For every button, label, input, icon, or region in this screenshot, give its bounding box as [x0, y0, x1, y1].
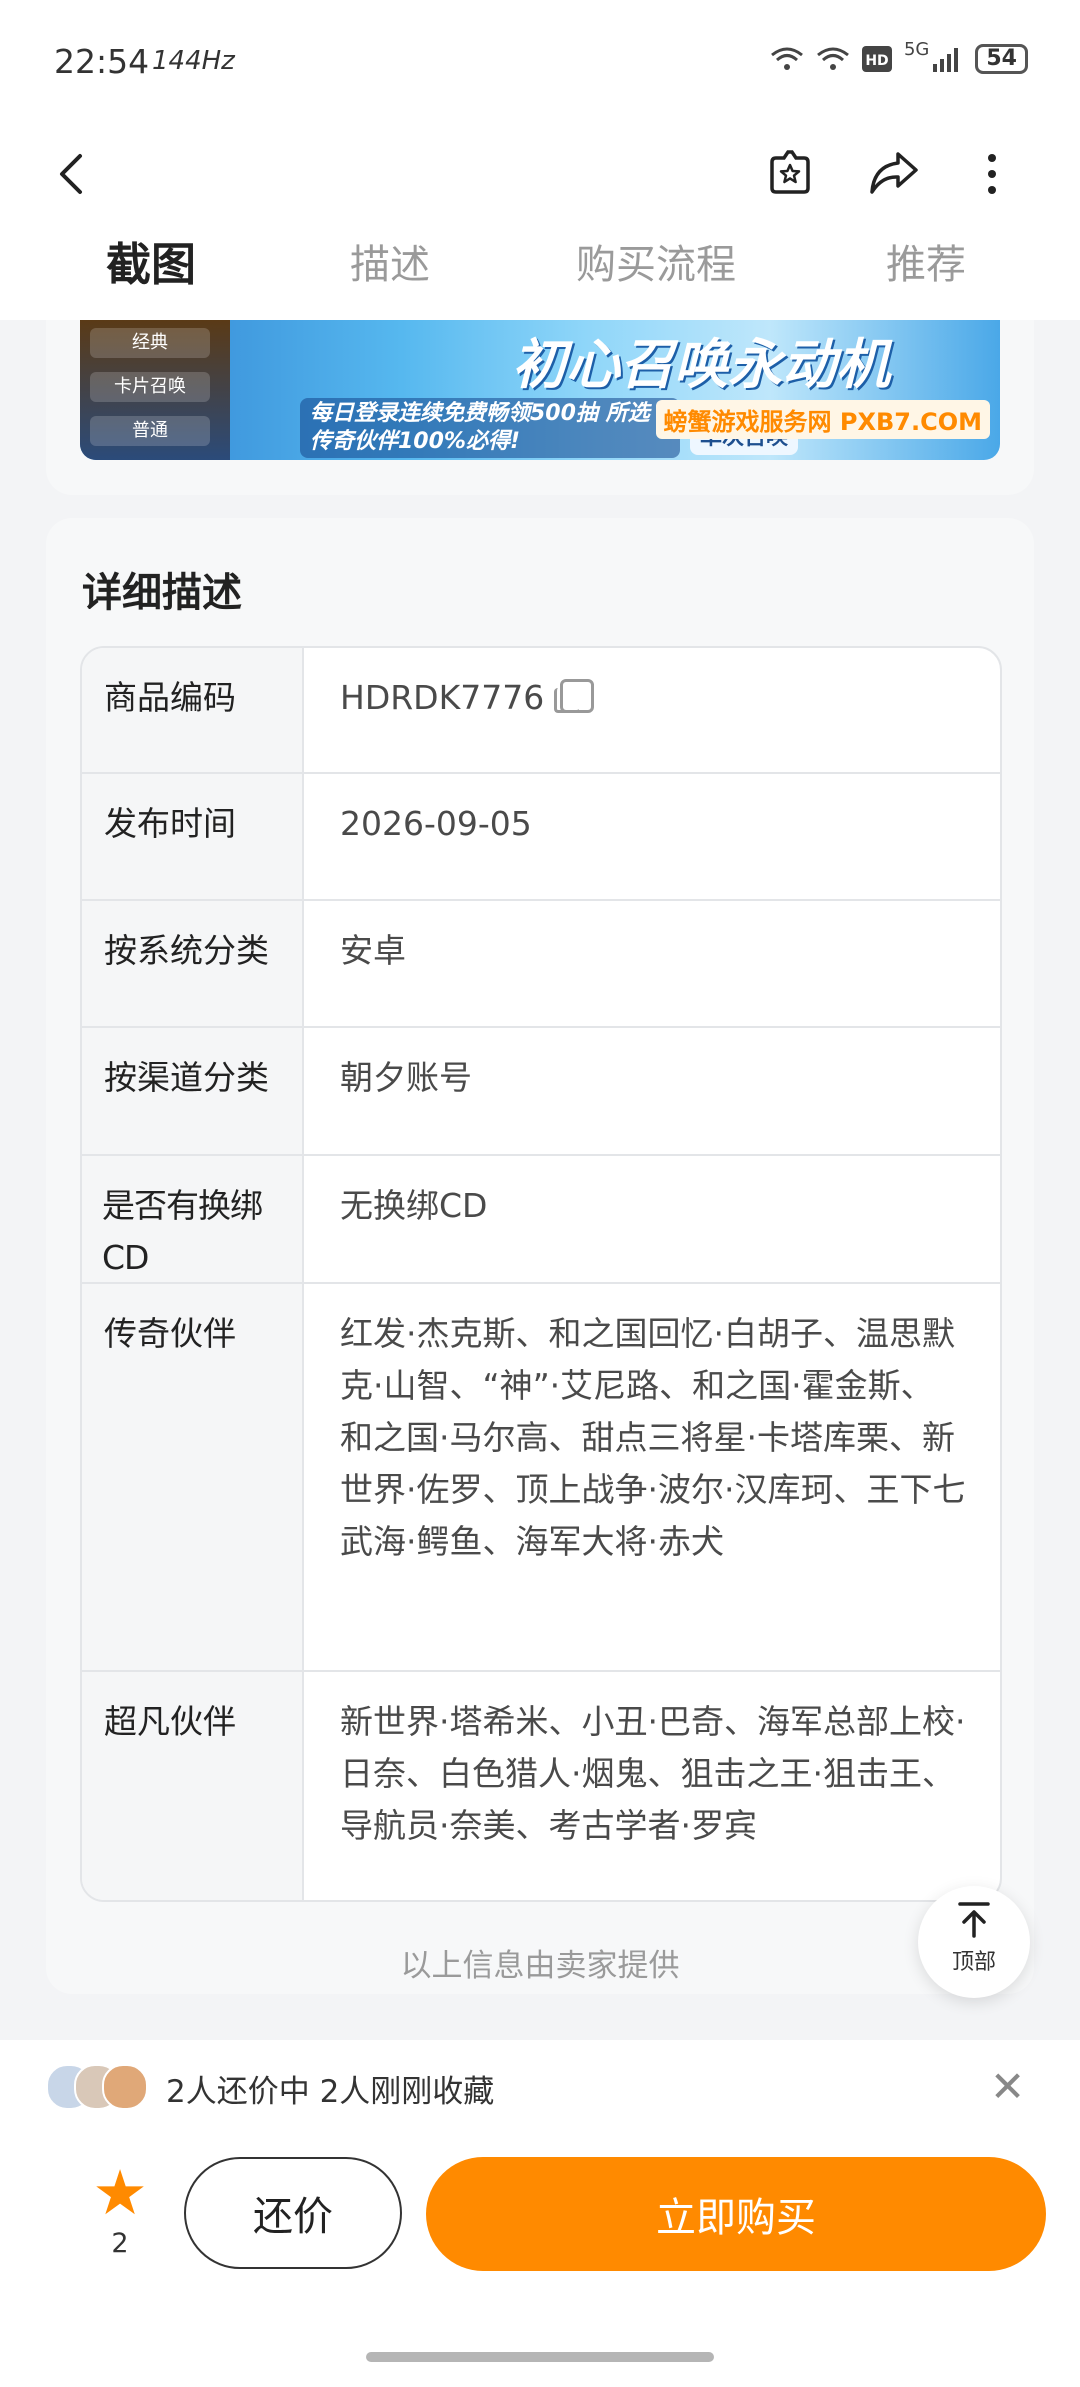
more-icon[interactable]	[982, 150, 1002, 198]
battery-level: 54	[975, 44, 1028, 74]
row-label: 传奇伙伴	[82, 1284, 304, 1670]
status-icons: HD 5G 54	[770, 39, 1028, 74]
signal-icon	[933, 48, 959, 72]
screenshot-banner[interactable]: 经典 卡片召唤 普通 初心召唤永动机 每日登录连续免费畅领500抽 所选传奇伙伴…	[80, 320, 1000, 460]
row-label: 超凡伙伴	[82, 1672, 304, 1900]
banner-slogan: 每日登录连续免费畅领500抽 所选传奇伙伴100%必得!	[300, 398, 680, 458]
tab-purchase-flow[interactable]: 购买流程	[576, 232, 736, 290]
favorite-count: 2	[111, 2228, 129, 2259]
star-icon: ★	[92, 2156, 148, 2229]
row-value: 新世界·塔希米、小丑·巴奇、海军总部上校·日奈、白色猎人·烟鬼、狙击之王·狙击王…	[340, 1702, 966, 1845]
tab-screenshots[interactable]: 截图	[106, 228, 196, 293]
network-type: 5G	[903, 38, 930, 60]
banner-chip: 卡片召唤	[90, 372, 210, 402]
haggle-button[interactable]: 还价	[184, 2157, 402, 2269]
detail-title: 详细描述	[82, 570, 242, 616]
table-row: 按系统分类 安卓	[82, 901, 1000, 1028]
table-row: 传奇伙伴 红发·杰克斯、和之国回忆·白胡子、温思默克·山智、“神”·艾尼路、和之…	[82, 1284, 1000, 1672]
share-icon[interactable]	[868, 150, 920, 196]
table-row: 发布时间 2026-09-05	[82, 774, 1000, 901]
back-to-top-label: 顶部	[951, 1950, 996, 1975]
tab-description[interactable]: 描述	[350, 232, 430, 290]
row-value: HDRDK7776	[304, 648, 1000, 772]
social-proof-text: 2人还价中 2人刚刚收藏	[166, 2074, 495, 2110]
back-icon[interactable]	[52, 150, 92, 198]
refresh-rate: 144Hz	[152, 46, 235, 76]
hd-icon: HD	[861, 46, 892, 72]
status-time: 22:54	[54, 42, 150, 81]
buy-now-button[interactable]: 立即购买	[426, 2157, 1046, 2271]
table-row: 超凡伙伴 新世界·塔希米、小丑·巴奇、海军总部上校·日奈、白色猎人·烟鬼、狙击之…	[82, 1672, 1000, 1900]
avatar	[102, 2064, 148, 2110]
arrow-up-icon	[958, 1902, 990, 1938]
row-label: 商品编码	[82, 648, 304, 772]
wifi-icon	[771, 47, 803, 70]
banner-title: 初心召唤永动机	[512, 333, 890, 396]
table-row: 商品编码 HDRDK7776	[82, 648, 1000, 774]
favorite-button[interactable]: ★ 2	[84, 2156, 156, 2260]
row-label: 是否有换绑CD	[82, 1156, 304, 1282]
row-value: 安卓	[340, 931, 406, 970]
item-code: HDRDK7776	[340, 678, 545, 717]
detail-table: 商品编码 HDRDK7776 发布时间 2026-09-05 按系统分类 安卓 …	[80, 646, 1002, 1902]
table-row: 按渠道分类 朝夕账号	[82, 1028, 1000, 1156]
row-value: 无换绑CD	[340, 1186, 488, 1225]
tab-recommend[interactable]: 推荐	[886, 232, 966, 290]
banner-chip: 普通	[90, 416, 210, 446]
banner-watermark: 螃蟹游戏服务网 PXB7.COM	[655, 400, 990, 439]
banner-chip: 经典	[90, 328, 210, 358]
row-label: 按渠道分类	[82, 1028, 304, 1154]
row-value: 红发·杰克斯、和之国回忆·白胡子、温思默克·山智、“神”·艾尼路、和之国·霍金斯…	[340, 1314, 966, 1561]
table-row: 是否有换绑CD 无换绑CD	[82, 1156, 1000, 1284]
status-bar: 22:54 144Hz HD 5G 54	[0, 0, 1080, 130]
avatar-group	[46, 2064, 150, 2110]
row-value: 2026-09-05	[340, 804, 532, 843]
close-icon[interactable]: ✕	[990, 2062, 1025, 2111]
row-label: 按系统分类	[82, 901, 304, 1026]
home-indicator[interactable]	[366, 2352, 714, 2362]
banner-character-art: 经典 卡片召唤 普通	[80, 320, 230, 460]
copy-icon[interactable]	[554, 679, 595, 713]
svg-text:HD: HD	[865, 53, 888, 69]
wifi-icon	[817, 47, 849, 70]
favorite-icon[interactable]	[766, 148, 814, 196]
back-to-top-button[interactable]: 顶部	[918, 1886, 1030, 1998]
row-value: 朝夕账号	[340, 1058, 472, 1097]
row-label: 发布时间	[82, 774, 304, 899]
